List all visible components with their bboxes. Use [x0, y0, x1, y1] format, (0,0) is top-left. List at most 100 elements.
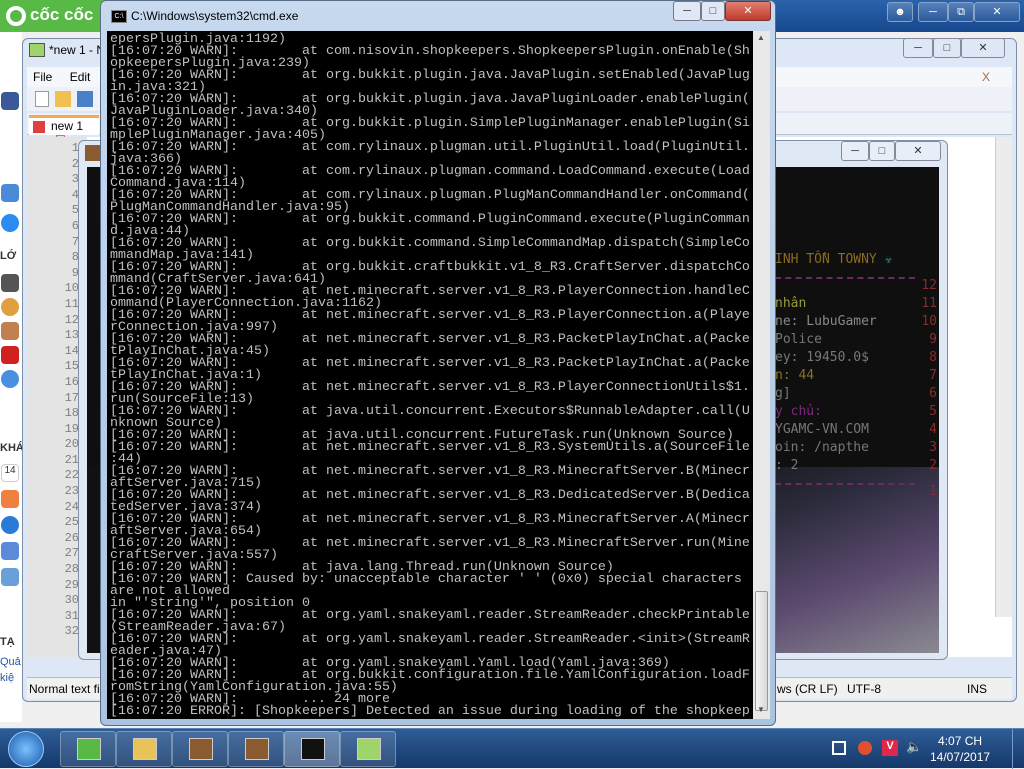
scoreboard-separator: [775, 483, 915, 485]
ccleaner-icon[interactable]: [858, 741, 872, 755]
status-eol: ws (CR LF): [777, 682, 838, 696]
taskbar-item[interactable]: [116, 731, 172, 767]
scoreboard-row: Police 9: [775, 331, 937, 349]
game-close-button[interactable]: ✕: [895, 141, 941, 161]
line-number: 13: [64, 328, 79, 343]
clock[interactable]: 4:07 CH 14/07/2017: [930, 733, 990, 765]
browser-logo: cốc cốc: [0, 0, 110, 32]
taskbar-item[interactable]: [340, 731, 396, 767]
line-number: 23: [64, 484, 79, 499]
facebook-icon[interactable]: [1, 92, 19, 110]
line-number: 1: [71, 141, 79, 155]
score-number: 7: [929, 368, 937, 383]
cmd-window: C:\ C:\Windows\system32\cmd.exe ─ □ ✕ ep…: [100, 0, 776, 726]
gamepad-icon[interactable]: [1, 274, 19, 292]
console-scroll-thumb[interactable]: [755, 591, 768, 711]
scoreboard-row: ey: 19450.0$ 8: [775, 349, 937, 367]
line-number: 17: [64, 390, 79, 405]
line-number: 7: [71, 234, 79, 249]
npp-close-button[interactable]: ✕: [961, 38, 1005, 58]
npp-minimize-button[interactable]: ─: [903, 38, 933, 58]
scroll-up-icon[interactable]: ▲: [757, 33, 765, 42]
editor-vertical-scrollbar[interactable]: [995, 137, 1012, 617]
profile-button[interactable]: ☻: [887, 2, 913, 22]
scoreboard-text: Police: [775, 332, 822, 347]
status-insert-mode: INS: [967, 682, 988, 696]
hand-icon[interactable]: [1, 322, 19, 340]
cmd-maximize-button[interactable]: □: [701, 1, 725, 21]
biohazard-icon: ☣: [884, 252, 893, 267]
line-number: 28: [64, 562, 79, 577]
tab-new-1[interactable]: new 1 ☒: [29, 115, 99, 147]
photo-icon[interactable]: [1, 568, 19, 586]
notepadpp-title: *new 1 - N: [49, 43, 106, 57]
flag-icon[interactable]: [1, 490, 19, 508]
line-number: 24: [64, 499, 79, 514]
taskbar-item[interactable]: [284, 731, 340, 767]
show-desktop-button[interactable]: [1012, 729, 1024, 769]
notepadpp-icon: [29, 43, 45, 57]
calendar-icon[interactable]: 14: [1, 464, 19, 482]
sidebar-link[interactable]: Quả: [0, 656, 21, 668]
score-number: 6: [929, 386, 937, 401]
start-button[interactable]: [8, 731, 44, 767]
line-number: 21: [64, 452, 79, 467]
dice-icon[interactable]: [1, 346, 19, 364]
npp-maximize-button[interactable]: □: [933, 38, 961, 58]
scoreboard-text: : 2: [775, 458, 799, 473]
network-icon[interactable]: [832, 741, 846, 755]
scroll-down-icon[interactable]: ▼: [757, 705, 765, 714]
score-number: 2: [929, 458, 937, 473]
cmd-icon: C:\: [111, 10, 127, 23]
game-minimize-button[interactable]: ─: [841, 141, 869, 161]
line-number: 29: [64, 577, 79, 592]
taskbar-item[interactable]: [60, 731, 116, 767]
taskbar-item[interactable]: [172, 731, 228, 767]
console-line: [16:07:20 WARN]: at com.rylinaux.plugman…: [110, 140, 750, 155]
group-icon[interactable]: [1, 516, 19, 534]
doge-icon[interactable]: [1, 298, 19, 316]
console-scrollbar[interactable]: ▲ ▼: [753, 31, 770, 719]
volume-icon[interactable]: 🔈: [906, 739, 922, 755]
menu-file[interactable]: File: [33, 70, 52, 84]
vivaldi-icon[interactable]: V: [882, 740, 898, 756]
news-icon[interactable]: [1, 184, 19, 202]
console-line: [16:07:20 ERROR]: [Shopkeepers] Detected…: [110, 704, 750, 719]
line-number: 2: [71, 156, 79, 171]
line-number: 16: [64, 374, 79, 389]
browser-minimize-button[interactable]: ─: [918, 2, 948, 22]
scoreboard-row: : 2 2: [775, 457, 937, 475]
console-line: [16:07:20 WARN]: at org.bukkit.plugin.ja…: [110, 68, 750, 83]
cmd-close-button[interactable]: ✕: [725, 1, 771, 21]
line-number: 18: [64, 406, 79, 421]
minecraft-icon: [189, 738, 213, 760]
browser-logo-text: cốc cốc: [30, 5, 94, 24]
open-file-icon[interactable]: [55, 91, 71, 107]
scoreboard-row: oin: /napthe 3: [775, 439, 937, 457]
scoreboard-row: ne: LubuGamer 10: [775, 313, 937, 331]
save-icon[interactable]: [77, 91, 93, 107]
friends-icon[interactable]: [1, 542, 19, 560]
menu-edit[interactable]: Edit: [70, 70, 91, 84]
taskbar-item[interactable]: [228, 731, 284, 767]
browser-close-button[interactable]: ✕: [974, 2, 1020, 22]
scoreboard: INH TỒN TOWNY ☣ 12 nhân 11 ne: LubuGamer 10…: [775, 251, 937, 501]
console-output[interactable]: epersPlugin.java:1192) [16:07:20 WARN]: a…: [107, 31, 753, 719]
console-line: [16:07:20 WARN]: at net.minecraft.server…: [110, 440, 750, 455]
cmd-minimize-button[interactable]: ─: [673, 1, 701, 21]
new-file-icon[interactable]: [35, 91, 49, 107]
browser-restore-button[interactable]: ⧉: [948, 2, 974, 22]
close-document-icon[interactable]: X: [982, 70, 990, 84]
scoreboard-text: YGAMC-VN.COM: [775, 422, 869, 437]
game-maximize-button[interactable]: □: [869, 141, 895, 161]
messenger-icon[interactable]: [1, 214, 19, 232]
pie-chart-icon[interactable]: [1, 370, 19, 388]
tab-label: new 1: [51, 119, 84, 133]
line-number: 27: [64, 546, 79, 561]
scoreboard-row: nhân 11: [775, 295, 937, 313]
score-number: 4: [929, 422, 937, 437]
status-file-type: Normal text fi: [29, 682, 100, 696]
calendar-day: 14: [4, 465, 16, 476]
console-line: [16:07:20 WARN]: at org.bukkit.command.P…: [110, 212, 750, 227]
sidebar-link[interactable]: kiệ: [0, 672, 14, 684]
